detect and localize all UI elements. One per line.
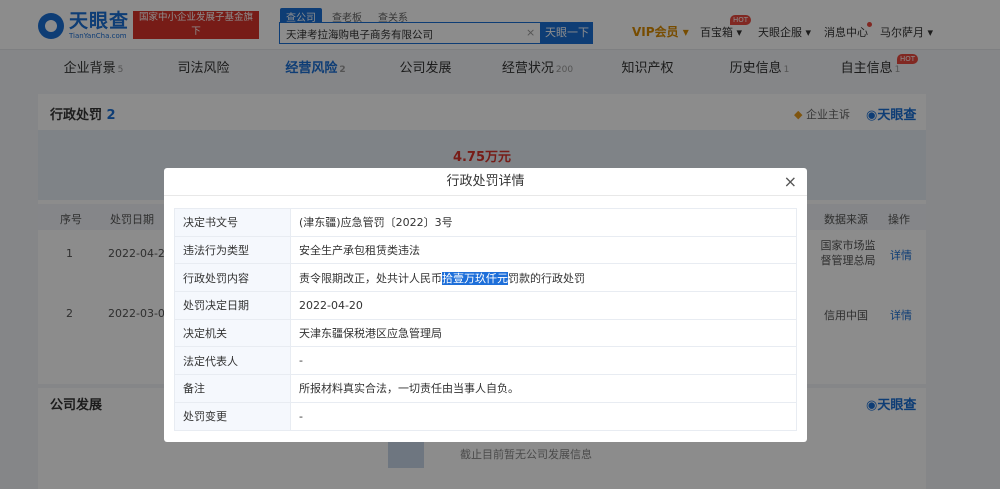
detail-key: 备注 — [174, 374, 291, 403]
detail-key: 决定书文号 — [174, 208, 291, 237]
detail-table: 决定书文号 (津东疆)应急管罚〔2022〕3号 违法行为类型 安全生产承包租赁类违法… — [174, 208, 797, 431]
detail-value: (津东疆)应急管罚〔2022〕3号 — [290, 208, 797, 237]
detail-key: 处罚决定日期 — [174, 291, 291, 320]
detail-key: 行政处罚内容 — [174, 263, 291, 293]
selected-text[interactable]: 拾壹万玖仟元 — [442, 271, 508, 285]
close-icon[interactable]: × — [784, 172, 797, 191]
detail-row: 处罚决定日期 2022-04-20 — [174, 291, 797, 320]
detail-row: 备注 所报材料真实合法，一切责任由当事人自负。 — [174, 374, 797, 403]
detail-key: 违法行为类型 — [174, 235, 291, 265]
detail-row: 处罚变更 - — [174, 401, 797, 431]
detail-value: 责令限期改正，处共计人民币拾壹万玖仟元罚款的行政处罚 — [290, 263, 797, 293]
value-prefix: 责令限期改正，处共计人民币 — [299, 271, 442, 285]
penalty-detail-modal: 行政处罚详情 × 决定书文号 (津东疆)应急管罚〔2022〕3号 违法行为类型 安全… — [164, 168, 807, 442]
detail-key: 法定代表人 — [174, 346, 291, 376]
detail-row: 违法行为类型 安全生产承包租赁类违法 — [174, 235, 797, 265]
detail-key: 决定机关 — [174, 318, 291, 348]
detail-value: 安全生产承包租赁类违法 — [290, 235, 797, 265]
detail-row: 行政处罚内容 责令限期改正，处共计人民币拾壹万玖仟元罚款的行政处罚 — [174, 263, 797, 293]
detail-value: - — [290, 401, 797, 431]
value-suffix: 罚款的行政处罚 — [508, 271, 585, 285]
detail-value: 所报材料真实合法，一切责任由当事人自负。 — [290, 374, 797, 403]
modal-title: 行政处罚详情 — [164, 168, 807, 196]
detail-row: 决定机关 天津东疆保税港区应急管理局 — [174, 318, 797, 348]
detail-key: 处罚变更 — [174, 401, 291, 431]
detail-row: 法定代表人 - — [174, 346, 797, 376]
detail-row: 决定书文号 (津东疆)应急管罚〔2022〕3号 — [174, 208, 797, 237]
detail-value: - — [290, 346, 797, 376]
detail-value: 天津东疆保税港区应急管理局 — [290, 318, 797, 348]
detail-value: 2022-04-20 — [290, 291, 797, 320]
